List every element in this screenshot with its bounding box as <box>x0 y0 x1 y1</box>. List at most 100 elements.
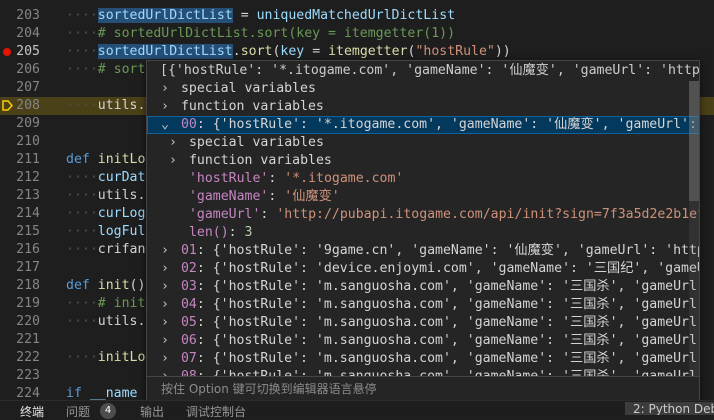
indent-guide: ···· <box>66 314 98 329</box>
line-number: 213 <box>16 188 40 203</box>
tab-terminal[interactable]: 终端 <box>20 403 44 420</box>
tree-gap <box>173 333 181 348</box>
code-text: ····sortedUrlDictList = uniquedMatchedUr… <box>66 7 455 25</box>
debug-config-select[interactable]: 2: Python Debu <box>625 402 714 415</box>
chevron-right-icon[interactable]: › <box>161 242 173 260</box>
code-token: logFull <box>97 224 154 239</box>
tree-gap <box>181 171 189 186</box>
code-token: # sortedUrlDictList.sort(key = itemgette… <box>97 26 456 41</box>
hover-token: : <box>268 189 285 204</box>
tab-problems[interactable]: 问题 <box>66 403 90 420</box>
hover-scrollbar-thumb[interactable] <box>689 81 699 201</box>
code-line[interactable]: 203 ····sortedUrlDictList = uniquedMatche… <box>0 7 714 25</box>
hover-tree-row[interactable]: › 01: {'hostRule': '9game.cn', 'gameName… <box>147 242 699 260</box>
hover-token: special variables <box>188 135 324 150</box>
tree-gap <box>173 297 181 312</box>
hover-tree-row[interactable]: › 07: {'hostRule': 'm.sanguosha.com', 'g… <box>147 350 699 368</box>
indent-guide: ···· <box>66 296 98 311</box>
indent-guide: ···· <box>66 224 98 239</box>
hover-tree-row[interactable]: › 04: {'hostRule': 'm.sanguosha.com', 'g… <box>147 296 699 314</box>
hover-token: 00 <box>180 117 197 132</box>
debug-hover-widget[interactable]: [{'hostRule': '*.itogame.com', 'gameName… <box>146 60 700 402</box>
code-token: # init <box>97 296 146 311</box>
hover-token: special variables <box>180 81 316 96</box>
hover-token: : {'hostRule': 'm.sanguosha.com', 'gameN… <box>196 315 699 330</box>
code-token: uniquedMatchedUrlDictList <box>256 8 456 23</box>
hover-tree-row[interactable]: len(): 3 <box>147 224 699 242</box>
indent-guide: ···· <box>66 206 98 221</box>
hover-tree-row[interactable]: ⌄ 00: {'hostRule': '*.itogame.com', 'gam… <box>147 116 699 134</box>
chevron-right-icon[interactable]: › <box>169 152 181 170</box>
line-number: 218 <box>16 278 40 293</box>
line-number: 221 <box>16 332 40 347</box>
chevron-right-icon[interactable]: › <box>161 350 173 368</box>
hover-token: : {'hostRule': 'm.sanguosha.com', 'gameN… <box>196 297 699 312</box>
code-token: # sorte <box>97 62 154 77</box>
code-text: ····initLog <box>66 349 153 367</box>
hover-tree-row[interactable]: 'hostRule': '*.itogame.com' <box>147 170 699 188</box>
code-text: ····# init <box>66 295 145 313</box>
code-token: itemgetter <box>328 44 408 59</box>
hover-token: 05 <box>180 315 197 330</box>
chevron-right-icon[interactable]: › <box>161 80 173 98</box>
code-token: init <box>97 278 130 293</box>
line-number: 203 <box>16 8 40 23</box>
indent-guide: ···· <box>66 188 98 203</box>
tab-output[interactable]: 输出 <box>140 403 164 420</box>
code-token: . <box>232 44 241 59</box>
line-number: 216 <box>16 242 40 257</box>
hover-tree-row[interactable]: › function variables <box>147 152 699 170</box>
tree-gap <box>173 261 181 276</box>
code-line[interactable]: 205 ····sortedUrlDictList.sort(key = item… <box>0 43 714 61</box>
hover-value-header: [{'hostRule': '*.itogame.com', 'gameName… <box>160 63 700 78</box>
code-token: )) <box>494 44 511 59</box>
tree-gap <box>173 315 181 330</box>
hover-tree-row[interactable]: › function variables <box>147 98 699 116</box>
code-token: initLog <box>97 350 154 365</box>
chevron-right-icon[interactable]: › <box>161 332 173 350</box>
tree-gap <box>173 279 181 294</box>
code-token: __name <box>89 386 138 401</box>
tree-gap <box>173 243 181 258</box>
hover-tree-row[interactable]: 'gameUrl': 'http://pubapi.itogame.com/ap… <box>147 206 699 224</box>
tree-gap <box>181 135 189 150</box>
chevron-right-icon[interactable]: › <box>161 314 173 332</box>
hover-token: 03 <box>180 279 197 294</box>
chevron-right-icon[interactable]: › <box>161 98 173 116</box>
breakpoint-icon[interactable] <box>3 48 11 56</box>
code-token: initLog <box>97 152 154 167</box>
chevron-right-icon[interactable]: › <box>161 278 173 296</box>
chevron-down-icon[interactable]: ⌄ <box>161 116 173 134</box>
line-number: 219 <box>16 296 40 311</box>
code-text: ····# sortedUrlDictList.sort(key = itemg… <box>66 25 455 43</box>
chevron-right-icon[interactable]: › <box>169 134 181 152</box>
tree-gap <box>181 225 189 240</box>
tree-gap <box>173 99 181 114</box>
hover-token: 'hostRule' <box>188 171 269 186</box>
problems-count-badge: 4 <box>100 403 116 419</box>
hover-tree-row[interactable]: › 03: {'hostRule': 'm.sanguosha.com', 'g… <box>147 278 699 296</box>
hover-tree-row[interactable]: › special variables <box>147 134 699 152</box>
code-text: def initLog <box>66 151 153 169</box>
hover-tree-row[interactable]: › 06: {'hostRule': 'm.sanguosha.com', 'g… <box>147 332 699 350</box>
code-token: = <box>232 8 257 23</box>
code-token: if <box>66 386 90 401</box>
code-line[interactable]: 204 ····# sortedUrlDictList.sort(key = it… <box>0 25 714 43</box>
indent-guide: ···· <box>66 44 98 59</box>
hover-token: : {'hostRule': '*.itogame.com', 'gameNam… <box>196 117 697 132</box>
indent-guide: ···· <box>66 62 98 77</box>
hover-token: 'gameUrl' <box>188 207 261 222</box>
hover-tree-row[interactable]: › 02: {'hostRule': 'device.enjoymi.com',… <box>147 260 699 278</box>
code-token: utils.c <box>97 188 154 203</box>
hover-token: : {'hostRule': '9game.cn', 'gameName': '… <box>196 243 699 258</box>
hover-tree-row[interactable]: › special variables <box>147 80 699 98</box>
hover-tree-row[interactable]: › 05: {'hostRule': 'm.sanguosha.com', 'g… <box>147 314 699 332</box>
hover-token: len() <box>188 225 229 240</box>
hover-tree-row[interactable]: 'gameName': '仙魔变' <box>147 188 699 206</box>
code-token: sortedUrlDictList <box>97 8 233 23</box>
code-token: curDate <box>97 170 154 185</box>
chevron-right-icon[interactable]: › <box>161 260 173 278</box>
chevron-right-icon[interactable]: › <box>161 296 173 314</box>
tab-debug-console[interactable]: 调试控制台 <box>186 403 246 420</box>
code-token: sort <box>240 44 273 59</box>
